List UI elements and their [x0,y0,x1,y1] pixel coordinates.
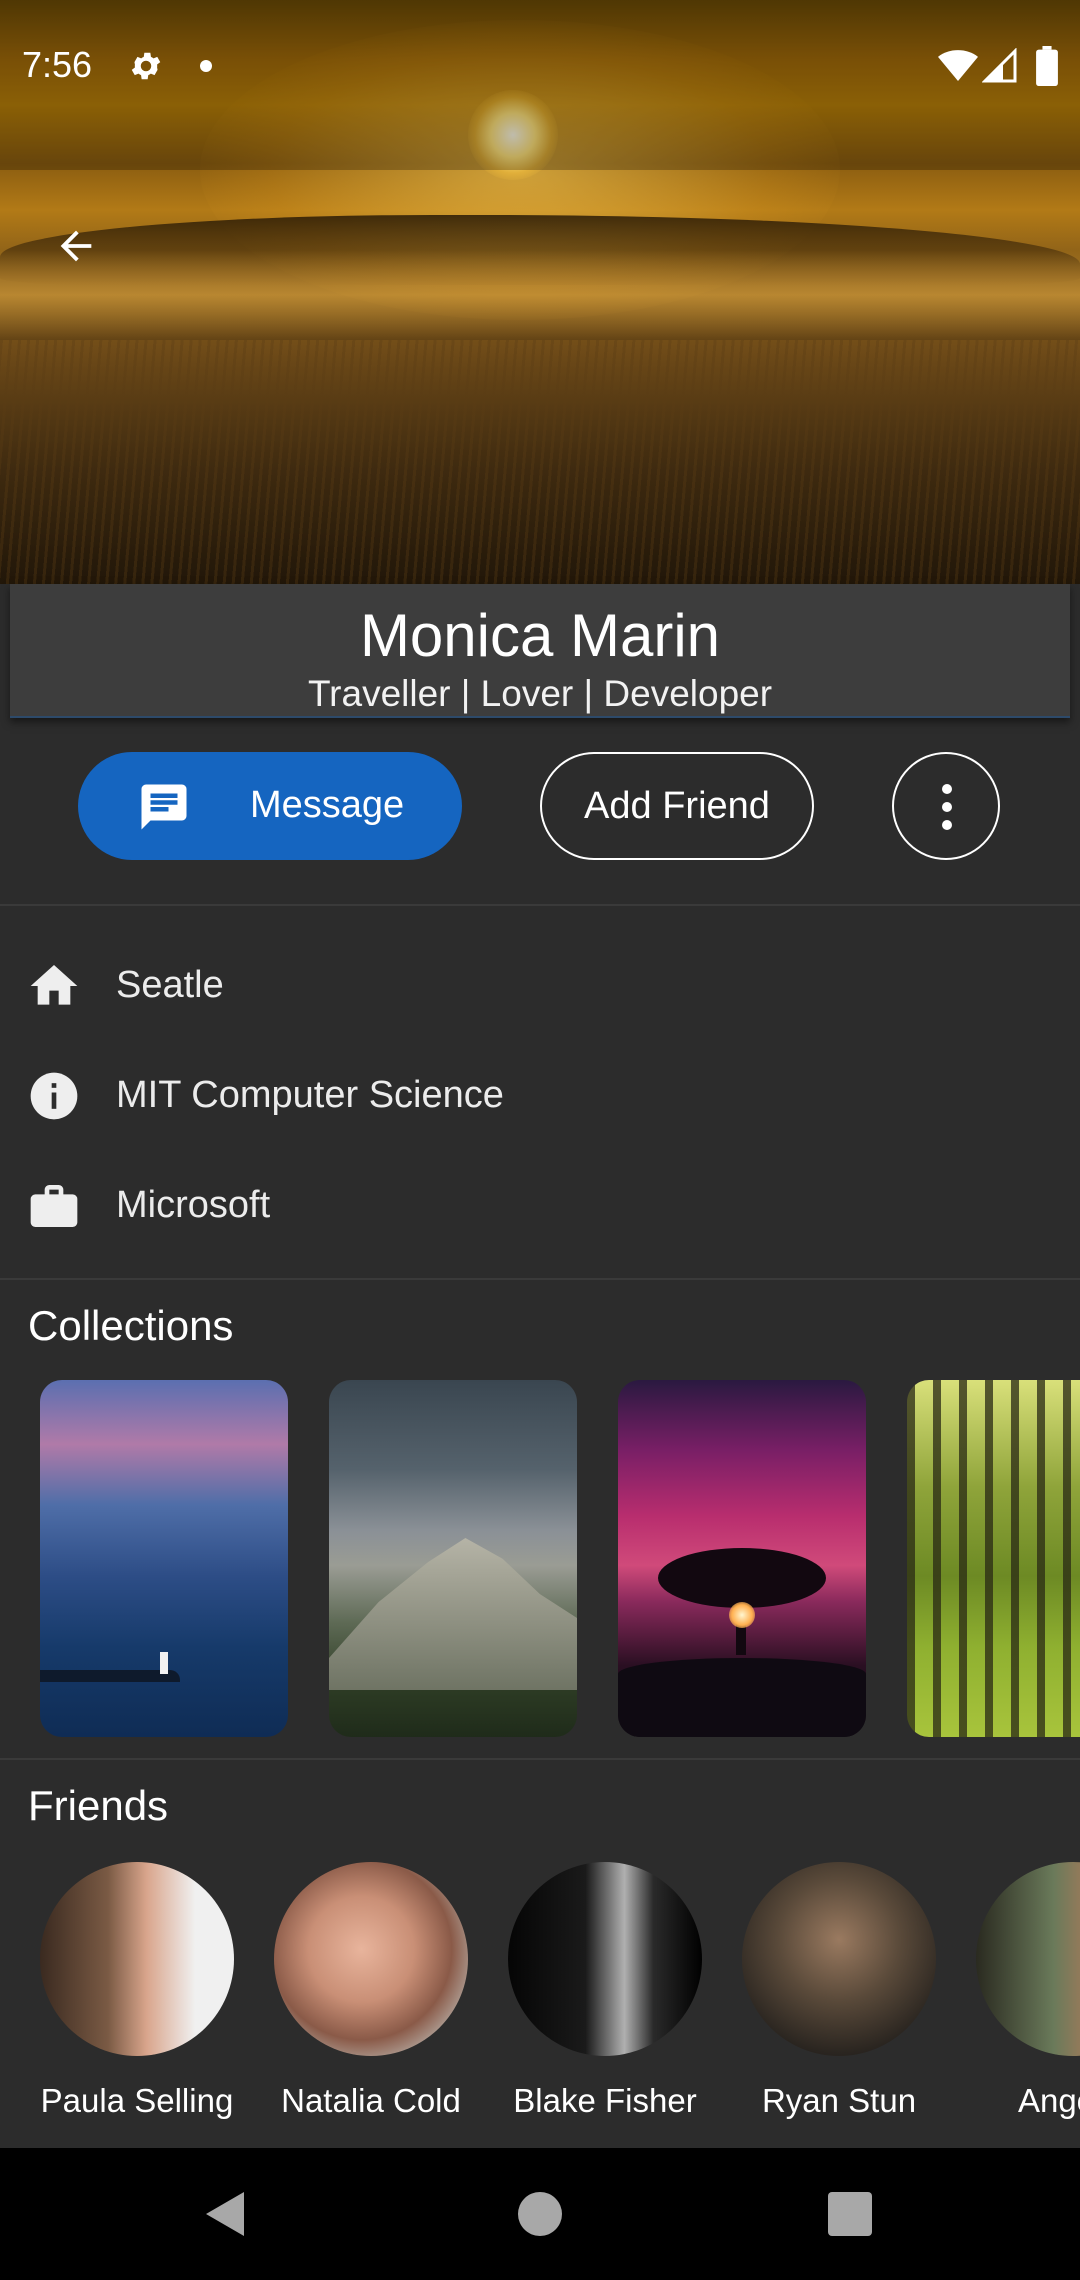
home-icon [30,965,78,1005]
nav-home-icon[interactable] [518,2192,562,2236]
cell-signal-icon [982,48,1017,83]
friend-item[interactable]: Angelin [956,1862,1080,2120]
collection-lighthouse [160,1652,168,1674]
avatar [40,1862,234,2056]
friend-name: Blake Fisher [513,2082,697,2119]
friend-item[interactable]: Natalia Cold [254,1862,488,2120]
wifi-icon [938,50,978,81]
more-options-button[interactable] [892,752,1000,860]
cover-field [0,340,1080,584]
settings-gear-icon [131,52,161,80]
cover-mist [0,250,1080,340]
collection-ground [618,1658,866,1737]
back-button[interactable] [40,210,112,282]
profile-tagline: Traveller | Lover | Developer [307,673,773,714]
nav-back-icon[interactable] [204,2190,246,2238]
status-bar: 7:56 [0,0,1080,136]
friends-title: Friends [28,1782,169,1829]
profile-name: Monica Marin [359,602,721,669]
avatar [274,1862,468,2056]
profile-screen: 7:56 Monica Marin Traveller | Lover | De… [0,0,1080,2280]
info-row-work: Microsoft [0,1154,1080,1254]
message-button[interactable]: Message [78,752,462,860]
collection-item[interactable] [907,1380,1080,1737]
add-friend-button-label: Add Friend [584,785,770,827]
status-time: 7:56 [22,44,93,85]
arrow-back-icon [60,230,92,262]
divider [0,1758,1080,1760]
friend-name: Natalia Cold [281,2082,461,2119]
info-education-text: MIT Computer Science [116,1074,504,1116]
friend-item[interactable]: Paula Selling [20,1862,254,2120]
add-friend-button[interactable]: Add Friend [540,752,814,860]
friend-item[interactable]: Blake Fisher [488,1862,722,2120]
nav-recents-icon[interactable] [828,2192,872,2236]
profile-name-card: Monica Marin Traveller | Lover | Develop… [10,584,1070,718]
avatar [508,1862,702,2056]
info-row-education: MIT Computer Science [0,1044,1080,1144]
collection-shore [40,1670,180,1682]
chat-bubble-icon [141,784,187,830]
collections-title: Collections [28,1302,234,1349]
notification-dot-icon [200,60,212,72]
info-work-text: Microsoft [116,1184,271,1226]
divider [0,904,1080,906]
avatar [976,1862,1080,2056]
more-vert-icon [942,784,952,830]
collection-mountain [329,1538,577,1690]
collection-item[interactable] [40,1380,288,1737]
collection-item[interactable] [329,1380,577,1737]
friend-name: Paula Selling [40,2082,234,2119]
system-nav-bar [0,2148,1080,2280]
divider [0,1278,1080,1280]
info-location-text: Seatle [116,964,224,1006]
collection-light [729,1602,755,1628]
battery-icon [1036,46,1058,86]
message-button-label: Message [250,784,405,826]
briefcase-icon [30,1185,78,1227]
info-row-location: Seatle [0,934,1080,1034]
collection-item[interactable] [618,1380,866,1737]
avatar [742,1862,936,2056]
friend-item[interactable]: Ryan Stun [722,1862,956,2120]
friend-name: Angelin [1017,2082,1080,2119]
friend-name: Ryan Stun [761,2082,917,2119]
info-icon [30,1072,78,1120]
